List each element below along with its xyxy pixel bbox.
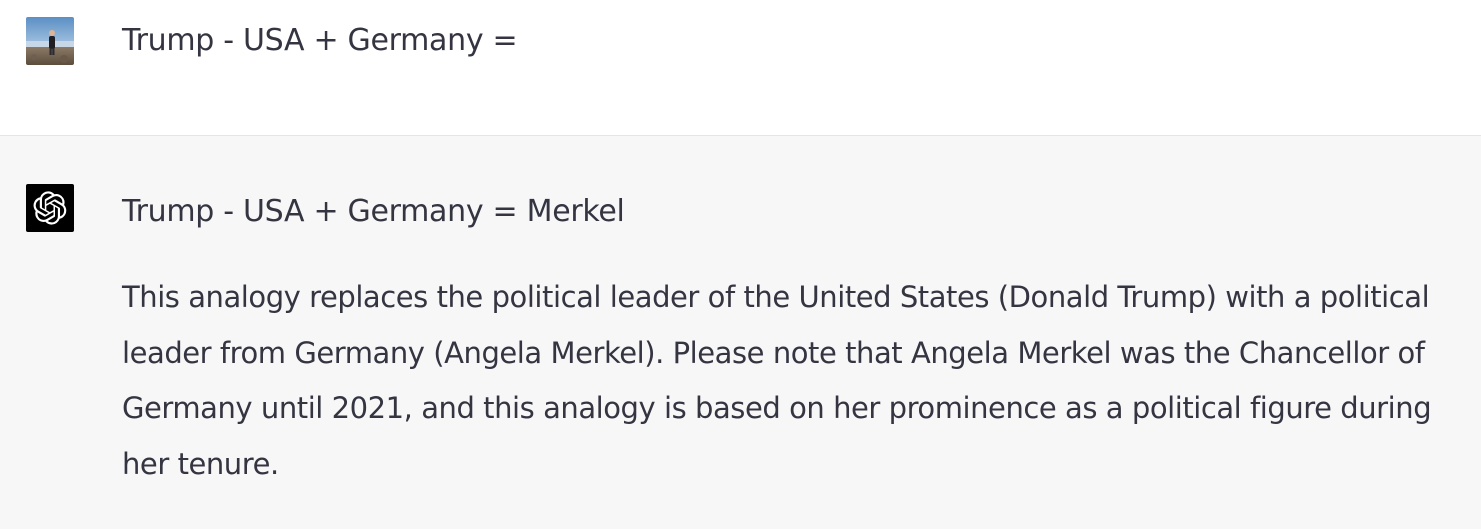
assistant-explanation-paragraph: This analogy replaces the political lead… [122, 280, 1432, 481]
user-message: Trump - USA + Germany = [0, 0, 1481, 136]
openai-logo-icon [33, 191, 67, 225]
assistant-message-body: Trump - USA + Germany = Merkel This anal… [122, 192, 1457, 492]
assistant-message: Trump - USA + Germany = Merkel This anal… [0, 136, 1481, 529]
assistant-avatar [26, 184, 74, 232]
assistant-answer-line: Trump - USA + Germany = Merkel [122, 194, 625, 229]
user-message-text: Trump - USA + Germany = [122, 23, 518, 58]
user-avatar [26, 17, 74, 65]
user-photo-avatar [26, 17, 74, 65]
